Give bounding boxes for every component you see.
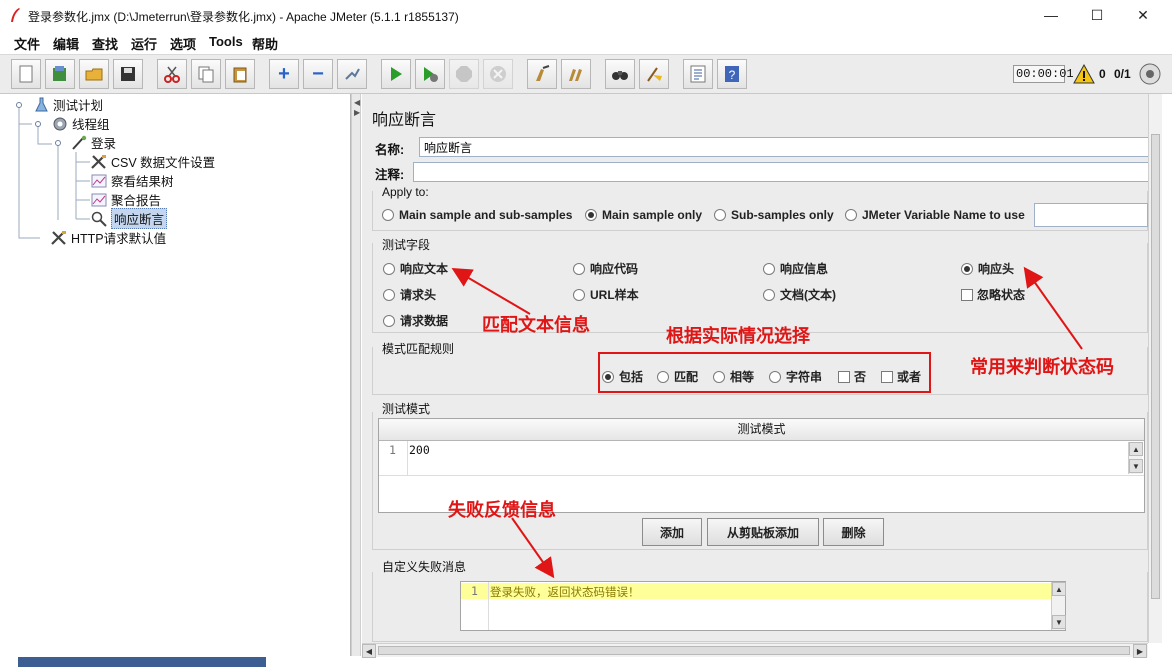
menu-options[interactable]: 选项 (170, 34, 196, 53)
listener-icon (90, 192, 108, 208)
config-icon (50, 230, 68, 246)
test-plan-icon (32, 97, 50, 113)
svg-text:?: ? (729, 68, 736, 82)
split-pane-divider[interactable]: ◀ ▶ (351, 94, 361, 656)
cut-icon[interactable] (157, 59, 187, 89)
save-icon[interactable] (113, 59, 143, 89)
warning-count: 0 (1099, 67, 1106, 81)
collapse-icon[interactable]: − (303, 59, 333, 89)
close-button[interactable]: ✕ (1120, 0, 1166, 30)
search-icon[interactable] (605, 59, 635, 89)
active-threads: 0/1 (1114, 67, 1131, 81)
jmeter-feather-icon (8, 7, 22, 23)
tree-item-label: 线程组 (72, 118, 110, 132)
toggle-icon[interactable] (337, 59, 367, 89)
tree-item-label: HTTP请求默认值 (71, 232, 167, 246)
response-assertion-panel: 响应断言 名称: 注释: Apply to: Main sample and s… (362, 94, 1161, 643)
clear-all-icon[interactable] (561, 59, 591, 89)
panel-vertical-scrollbar[interactable] (1148, 94, 1162, 643)
menu-help[interactable]: 帮助 (252, 34, 278, 53)
tree-item-label: 测试计划 (53, 99, 104, 113)
tree-item-label: 响应断言 (111, 208, 168, 229)
menu-file[interactable]: 文件 (14, 34, 40, 53)
warning-icon[interactable] (1073, 63, 1095, 84)
tree-item-http-defaults[interactable]: HTTP请求默认值 (50, 228, 166, 247)
templates-icon[interactable] (45, 59, 75, 89)
tree-item-label: 察看结果树 (111, 175, 174, 189)
panel-horizontal-scrollbar[interactable]: ◀ ▶ (362, 643, 1148, 658)
arrow-to-failure-message (511, 517, 555, 579)
tree-item-test-plan[interactable]: 测试计划 (32, 95, 103, 114)
tree-item-view-results-tree[interactable]: 察看结果树 (90, 171, 174, 190)
title-bar: 登录参数化.jmx (D:\Jmeterrun\登录参数化.jmx) - Apa… (0, 0, 1172, 30)
start-icon[interactable] (381, 59, 411, 89)
menu-search[interactable]: 查找 (92, 34, 118, 53)
open-icon[interactable] (79, 59, 109, 89)
scroll-left-icon[interactable]: ◀ (362, 644, 376, 658)
shutdown-icon[interactable] (483, 59, 513, 89)
function-helper-icon[interactable] (683, 59, 713, 89)
menu-edit[interactable]: 编辑 (53, 34, 79, 53)
scroll-thumb[interactable] (378, 646, 1130, 655)
arrow-to-response-text (451, 267, 531, 315)
listener-icon (90, 173, 108, 189)
help-icon[interactable]: ? (717, 59, 747, 89)
minimize-button[interactable]: — (1028, 0, 1074, 30)
tree-item-label: CSV 数据文件设置 (111, 156, 216, 170)
start-no-pause-icon[interactable] (415, 59, 445, 89)
annotation-arrows (451, 266, 1083, 579)
menu-run[interactable]: 运行 (131, 34, 157, 53)
taskbar-strip (18, 657, 266, 667)
tree-item-response-assertion[interactable]: 响应断言 (90, 208, 168, 229)
assertion-icon (90, 211, 108, 227)
tree-item-aggregate-report[interactable]: 聚合报告 (90, 190, 161, 209)
scroll-right-icon[interactable]: ▶ (1133, 644, 1147, 658)
tree-item-thread-group[interactable]: 线程组 (51, 114, 110, 133)
scroll-thumb[interactable] (1151, 134, 1160, 599)
thread-group-icon (51, 116, 69, 132)
config-icon (90, 154, 108, 170)
clear-icon[interactable] (527, 59, 557, 89)
window-title: 登录参数化.jmx (D:\Jmeterrun\登录参数化.jmx) - Apa… (28, 10, 459, 24)
tree-item-label: 聚合报告 (111, 194, 162, 208)
expand-icon[interactable]: + (269, 59, 299, 89)
tree-item-csv-config[interactable]: CSV 数据文件设置 (90, 152, 215, 171)
menu-tools[interactable]: Tools (209, 34, 243, 49)
new-icon[interactable] (11, 59, 41, 89)
copy-icon[interactable] (191, 59, 221, 89)
elapsed-timer: 00:00:01 (1013, 65, 1074, 83)
arrow-to-response-headers (1023, 266, 1083, 350)
paste-icon[interactable] (225, 59, 255, 89)
test-plan-tree: 测试计划 线程组 登录 CSV 数据文件设置 察看结果树 聚合报告 响应断言 H… (0, 94, 351, 656)
sampler-icon (70, 135, 88, 151)
reset-search-icon[interactable] (639, 59, 669, 89)
remote-status-icon[interactable] (1139, 63, 1161, 85)
stop-icon[interactable] (449, 59, 479, 89)
tree-item-login-sampler[interactable]: 登录 (70, 133, 116, 152)
tree-item-label: 登录 (91, 137, 117, 151)
maximize-button[interactable]: ☐ (1074, 0, 1120, 30)
